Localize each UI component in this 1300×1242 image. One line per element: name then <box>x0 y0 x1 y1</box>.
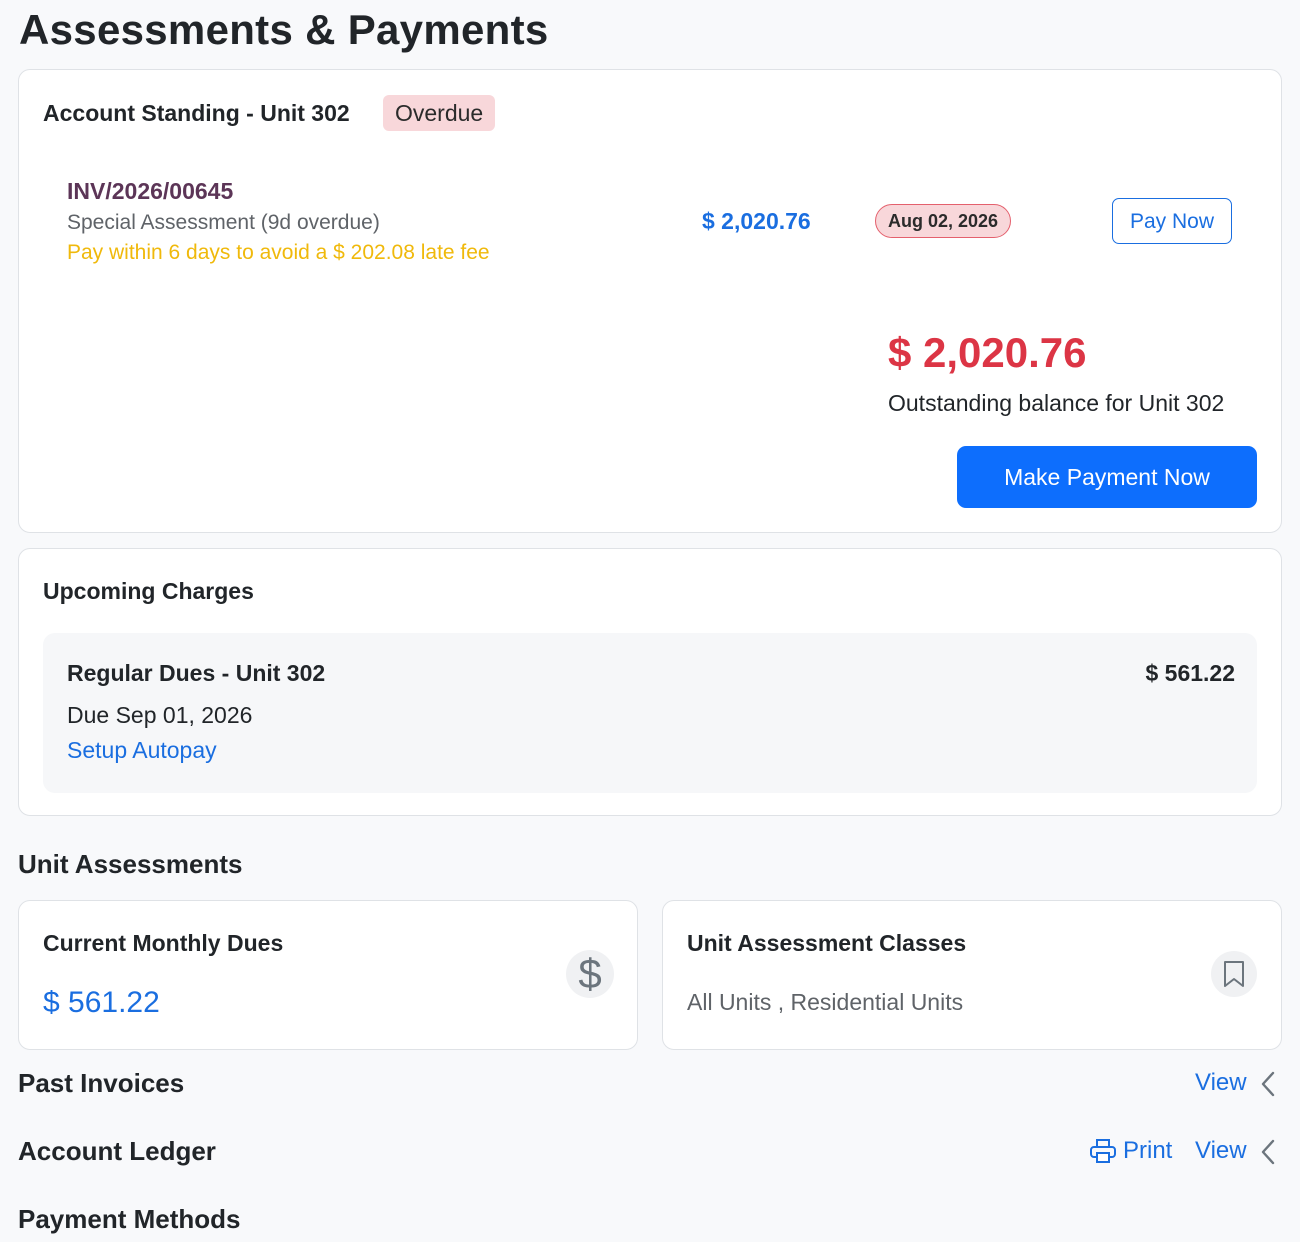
status-badge: Overdue <box>383 95 496 131</box>
upcoming-charge-due-date: Due Sep 01, 2026 <box>67 702 253 728</box>
upcoming-charges-card: Upcoming Charges Regular Dues - Unit 302… <box>18 548 1282 816</box>
past-invoices-heading[interactable]: Past Invoices <box>18 1068 184 1099</box>
assessment-classes-card: Unit Assessment Classes All Units , Resi… <box>662 900 1282 1050</box>
setup-autopay-link[interactable]: Setup Autopay <box>67 737 217 764</box>
account-standing-card: Account Standing - Unit 302 Overdue INV/… <box>18 69 1282 533</box>
pay-now-button[interactable]: Pay Now <box>1112 198 1232 244</box>
payment-methods-heading[interactable]: Payment Methods <box>18 1204 241 1235</box>
invoice-type: Special Assessment (9d overdue) <box>67 211 380 234</box>
account-ledger-heading[interactable]: Account Ledger <box>18 1136 216 1167</box>
ledger-print-label: Print <box>1123 1137 1173 1164</box>
upcoming-charges-title: Upcoming Charges <box>43 578 254 604</box>
upcoming-charge-title: Regular Dues - Unit 302 <box>67 660 326 686</box>
assessment-classes-title: Unit Assessment Classes <box>687 930 967 956</box>
invoice-number[interactable]: INV/2026/00645 <box>67 178 233 205</box>
dollar-icon: $ <box>566 950 614 998</box>
chevron-left-icon[interactable] <box>1259 1138 1277 1166</box>
assessment-classes-value: All Units , Residential Units <box>687 989 964 1015</box>
upcoming-charge-item: Regular Dues - Unit 302 $ 561.22 Due Sep… <box>43 633 1257 793</box>
outstanding-balance-label: Outstanding balance for Unit 302 <box>888 390 1225 416</box>
page-title: Assessments & Payments <box>19 6 549 53</box>
late-fee-warning: Pay within 6 days to avoid a $ 202.08 la… <box>67 241 490 264</box>
unit-assessments-heading: Unit Assessments <box>18 849 243 879</box>
chevron-left-icon[interactable] <box>1259 1070 1277 1098</box>
assessments-page: Assessments & Payments Account Standing … <box>0 0 1300 1242</box>
bookmark-icon <box>1211 951 1257 997</box>
monthly-dues-title: Current Monthly Dues <box>43 930 284 956</box>
account-standing-title: Account Standing - Unit 302 <box>43 100 350 126</box>
outstanding-balance-amount: $ 2,020.76 <box>888 329 1087 376</box>
upcoming-charge-amount: $ 561.22 <box>1145 660 1235 686</box>
monthly-dues-amount: $ 561.22 <box>43 986 160 1019</box>
ledger-view-link[interactable]: View <box>1195 1137 1247 1165</box>
make-payment-button[interactable]: Make Payment Now <box>957 446 1257 508</box>
invoice-due-date-badge: Aug 02, 2026 <box>875 204 1012 238</box>
ledger-print-button[interactable]: Print <box>1089 1137 1172 1165</box>
monthly-dues-card: Current Monthly Dues $ 561.22 $ <box>18 900 638 1050</box>
past-invoices-view-link[interactable]: View <box>1195 1069 1247 1097</box>
invoice-amount: $ 2,020.76 <box>702 208 811 234</box>
printer-icon <box>1090 1139 1116 1163</box>
